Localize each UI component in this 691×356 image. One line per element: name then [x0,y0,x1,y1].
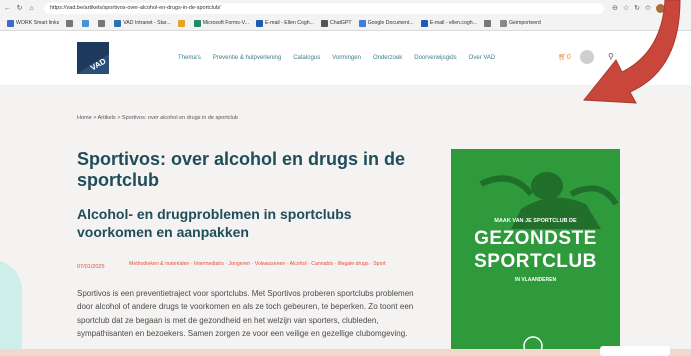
article-date: 07/01/2025 [77,264,105,270]
reload-icon[interactable]: ↻ [15,4,24,13]
bookmark-icon [98,19,106,27]
bookmark-icon [420,19,428,27]
main-menu: Thema's Preventie & hulpverlening Catalogu… [178,55,495,61]
bookmark-item[interactable]: ChatGPT [320,19,352,27]
bookmark-label: ChatGPT [329,20,352,26]
home-icon[interactable]: ⌂ [27,4,36,13]
promo-heading-line2: SPORTCLUB [474,251,597,272]
bookmark-item[interactable]: E-mail - ellen.cogh... [420,19,478,27]
menu-item[interactable]: Thema's [178,55,201,61]
menu-item[interactable]: Over VAD [469,55,496,61]
bookmark-label: WORK Smart links [16,20,60,26]
menu-item[interactable]: Doorverwijsgids [414,55,456,61]
menu-item[interactable]: Catalogus [293,55,320,61]
bookmark-item[interactable]: Geimporteerd [500,19,541,27]
cart-button[interactable]: 🛒︎0 [558,53,571,61]
bookmark-icon [114,19,122,27]
back-icon[interactable]: ← [3,4,12,13]
bookmark-icon [82,19,90,27]
menu-item[interactable]: Vormingen [332,55,361,61]
bookmark-item[interactable]: E-mail - Ellen Cogh... [255,19,314,27]
menu-item[interactable]: Preventie & hulpverlening [213,55,281,61]
annotation-arrow [583,0,681,104]
bookmark-label: VAD Intranet - Star... [123,20,171,26]
bookmark-item[interactable] [82,19,91,27]
bookmark-icon [177,19,185,27]
bookmark-item[interactable]: Microsoft Forms-V... [193,19,249,27]
bookmark-item[interactable] [484,19,493,27]
bookmark-icon [7,19,14,27]
article-tags[interactable]: Methodieken & materialen · Intermediairs… [129,260,424,268]
bookmark-label: E-mail - Ellen Cogh... [264,20,314,26]
bookmark-item[interactable]: VAD Intranet - Star... [114,19,171,27]
bookmark-label: Geimporteerd [509,20,541,26]
breadcrumb[interactable]: Home > Artikels > Sportivos: over alcoho… [77,115,238,121]
url-input[interactable]: https://vad.be/artikels/sportivos-over-a… [44,2,604,14]
bookmark-item[interactable]: Google Document... [358,19,414,27]
promo-tagline: MAAK VAN JE SPORTCLUB DE [494,218,577,224]
bookmark-icon [255,19,263,27]
bookmark-icon [66,19,74,27]
url-text: https://vad.be/artikels/sportivos-over-a… [50,5,221,11]
bottom-strip [0,349,691,356]
article-intro: Sportivos is een preventietraject voor s… [77,289,414,338]
bottom-widget [600,346,670,356]
vad-logo[interactable]: VAD [77,42,109,74]
promo-card[interactable]: MAAK VAN JE SPORTCLUB DE GEZONDSTE SPORT… [451,149,620,356]
screenshot-root: ← ↻ ⌂ https://vad.be/artikels/sportivos-… [0,0,691,356]
promo-region: IN VLAANDEREN [514,277,557,283]
cart-icon: 🛒︎ [558,54,567,61]
bookmark-item[interactable]: WORK Smart links [7,19,60,27]
bookmark-label: Microsoft Forms-V... [202,20,249,26]
page-subtitle: Alcohol- en drugproblemen in sportclubs … [77,206,352,240]
bookmark-label: Google Document... [367,20,414,26]
bookmark-label: E-mail - ellen.cogh... [429,20,478,26]
bookmark-item[interactable] [66,19,75,27]
page-title: Sportivos: over alcohol en drugs in de s… [77,149,406,190]
menu-item[interactable]: Onderzoek [373,55,402,61]
bookmark-icon [193,19,201,27]
bookmark-item[interactable] [177,19,187,27]
bookmark-icon [484,19,492,27]
bookmark-item[interactable] [98,19,107,27]
bookmark-icon [320,19,328,27]
promo-heading-line1: GEZONDSTE [474,228,597,249]
bookmark-icon [500,19,508,27]
bookmark-icon [358,19,366,27]
